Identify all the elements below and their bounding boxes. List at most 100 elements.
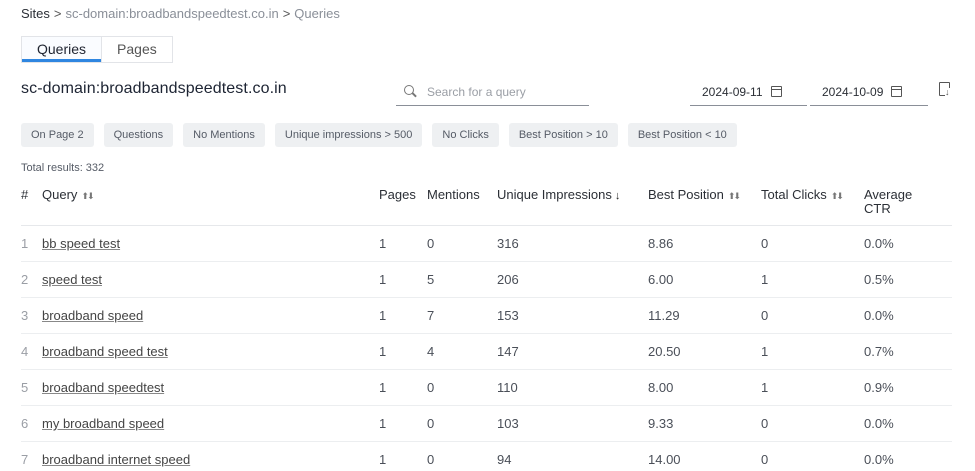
search-input[interactable] — [427, 84, 587, 99]
query-link[interactable]: my broadband speed — [42, 416, 164, 431]
breadcrumb-sites-link[interactable]: Sites — [21, 6, 50, 21]
pages-cell: 1 — [379, 344, 387, 359]
impressions-cell: 153 — [497, 308, 519, 323]
pages-cell: 1 — [379, 272, 387, 287]
table-row: 1 bb speed test 1 0 316 8.86 0 0.0% — [21, 226, 952, 262]
best-position-cell: 14.00 — [648, 452, 681, 467]
pages-cell: 1 — [379, 416, 387, 431]
mentions-cell: 4 — [427, 344, 435, 359]
view-tabs: Queries Pages — [21, 36, 173, 63]
header-query-label: Query — [42, 187, 78, 202]
row-index: 3 — [21, 308, 29, 323]
pages-cell: 1 — [379, 308, 387, 323]
clicks-cell: 1 — [761, 380, 769, 395]
query-link[interactable]: broadband speed test — [42, 344, 168, 359]
mentions-cell: 0 — [427, 416, 435, 431]
header-average-ctr-line1: Average — [864, 187, 913, 202]
query-link[interactable]: speed test — [42, 272, 102, 287]
header-best-position[interactable]: Best Position ⬆⬇ — [648, 188, 741, 203]
start-date-field[interactable]: 2024-09-11 — [690, 78, 807, 106]
page-title: sc-domain:broadbandspeedtest.co.in — [21, 80, 287, 97]
impressions-cell: 206 — [497, 272, 519, 287]
total-results: Total results: 332 — [21, 162, 105, 174]
row-index: 6 — [21, 416, 29, 431]
best-position-cell: 20.50 — [648, 344, 681, 359]
sort-desc-icon[interactable]: ↓ — [615, 190, 621, 202]
end-date-value: 2024-10-09 — [822, 84, 884, 99]
impressions-cell: 103 — [497, 416, 519, 431]
filter-chip-no-mentions[interactable]: No Mentions — [183, 123, 265, 147]
table-row: 6 my broadband speed 1 0 103 9.33 0 0.0% — [21, 406, 952, 442]
breadcrumb: Sites > sc-domain:broadbandspeedtest.co.in… — [21, 6, 340, 21]
search-box — [396, 78, 589, 106]
best-position-cell: 9.33 — [648, 416, 674, 431]
mentions-cell: 7 — [427, 308, 435, 323]
table-row: 7 broadband internet speed 1 0 94 14.00 … — [21, 442, 952, 471]
table-row: 5 broadband speedtest 1 0 110 8.00 1 0.9… — [21, 370, 952, 406]
sort-icon[interactable]: ⬆⬇ — [81, 191, 94, 201]
filter-chip-best-position-gt-10[interactable]: Best Position > 10 — [508, 123, 618, 147]
header-index: # — [21, 187, 29, 202]
queries-table: # Query ⬆⬇ Pages Mentions Unique Impressi… — [21, 186, 952, 471]
start-date-value: 2024-09-11 — [702, 84, 763, 99]
header-average-ctr: Average CTR — [864, 188, 912, 216]
pages-cell: 1 — [379, 380, 387, 395]
ctr-cell: 0.0% — [864, 452, 894, 467]
query-link[interactable]: broadband speedtest — [42, 380, 164, 395]
query-link[interactable]: broadband internet speed — [42, 452, 190, 467]
breadcrumb-current: Queries — [294, 6, 340, 21]
end-date-field[interactable]: 2024-10-09 — [810, 78, 928, 106]
row-index: 2 — [21, 272, 29, 287]
table-header: # Query ⬆⬇ Pages Mentions Unique Impressi… — [21, 186, 952, 226]
clicks-cell: 0 — [761, 308, 769, 323]
mentions-cell: 0 — [427, 236, 435, 251]
impressions-cell: 94 — [497, 452, 512, 467]
filter-chip-best-position-lt-10[interactable]: Best Position < 10 — [627, 123, 737, 147]
impressions-cell: 316 — [497, 236, 519, 251]
header-pages: Pages — [379, 187, 416, 202]
mentions-cell: 0 — [427, 452, 435, 467]
tab-queries[interactable]: Queries — [22, 37, 102, 62]
ctr-cell: 0.0% — [864, 308, 894, 323]
export-icon[interactable] — [939, 82, 950, 97]
header-total-clicks-label: Total Clicks — [761, 187, 827, 202]
row-index: 7 — [21, 452, 29, 467]
search-icon — [404, 85, 417, 98]
best-position-cell: 11.29 — [648, 308, 680, 323]
best-position-cell: 8.00 — [648, 380, 674, 395]
table-row: 3 broadband speed 1 7 153 11.29 0 0.0% — [21, 298, 952, 334]
sort-icon[interactable]: ⬆⬇ — [831, 191, 844, 201]
row-index: 1 — [21, 236, 29, 251]
breadcrumb-site-link[interactable]: sc-domain:broadbandspeedtest.co.in — [66, 6, 279, 21]
calendar-icon[interactable] — [891, 86, 903, 97]
filter-chip-unique-impressions[interactable]: Unique impressions > 500 — [274, 123, 423, 147]
clicks-cell: 0 — [761, 236, 769, 251]
breadcrumb-separator: > — [282, 6, 291, 21]
pages-cell: 1 — [379, 452, 387, 467]
query-link[interactable]: broadband speed — [42, 308, 143, 323]
header-unique-impressions-label: Unique Impressions — [497, 187, 612, 202]
tab-pages[interactable]: Pages — [101, 37, 172, 62]
ctr-cell: 0.5% — [864, 272, 894, 287]
ctr-cell: 0.7% — [864, 344, 894, 359]
mentions-cell: 5 — [427, 272, 435, 287]
filter-chip-no-clicks[interactable]: No Clicks — [432, 123, 499, 147]
ctr-cell: 0.0% — [864, 416, 894, 431]
ctr-cell: 0.0% — [864, 236, 894, 251]
row-index: 5 — [21, 380, 29, 395]
filter-chip-on-page-2[interactable]: On Page 2 — [21, 123, 94, 147]
calendar-icon[interactable] — [770, 86, 782, 97]
filter-chip-questions[interactable]: Questions — [103, 123, 174, 147]
query-link[interactable]: bb speed test — [42, 236, 120, 251]
header-unique-impressions[interactable]: Unique Impressions ↓ — [497, 188, 620, 203]
best-position-cell: 6.00 — [648, 272, 674, 287]
header-mentions: Mentions — [427, 187, 480, 202]
clicks-cell: 0 — [761, 452, 769, 467]
header-query[interactable]: Query ⬆⬇ — [42, 187, 95, 203]
header-total-clicks[interactable]: Total Clicks ⬆⬇ — [761, 187, 844, 203]
sort-icon[interactable]: ⬆⬇ — [728, 191, 741, 201]
row-index: 4 — [21, 344, 29, 359]
best-position-cell: 8.86 — [648, 236, 674, 251]
breadcrumb-separator: > — [53, 6, 62, 21]
pages-cell: 1 — [379, 236, 387, 251]
